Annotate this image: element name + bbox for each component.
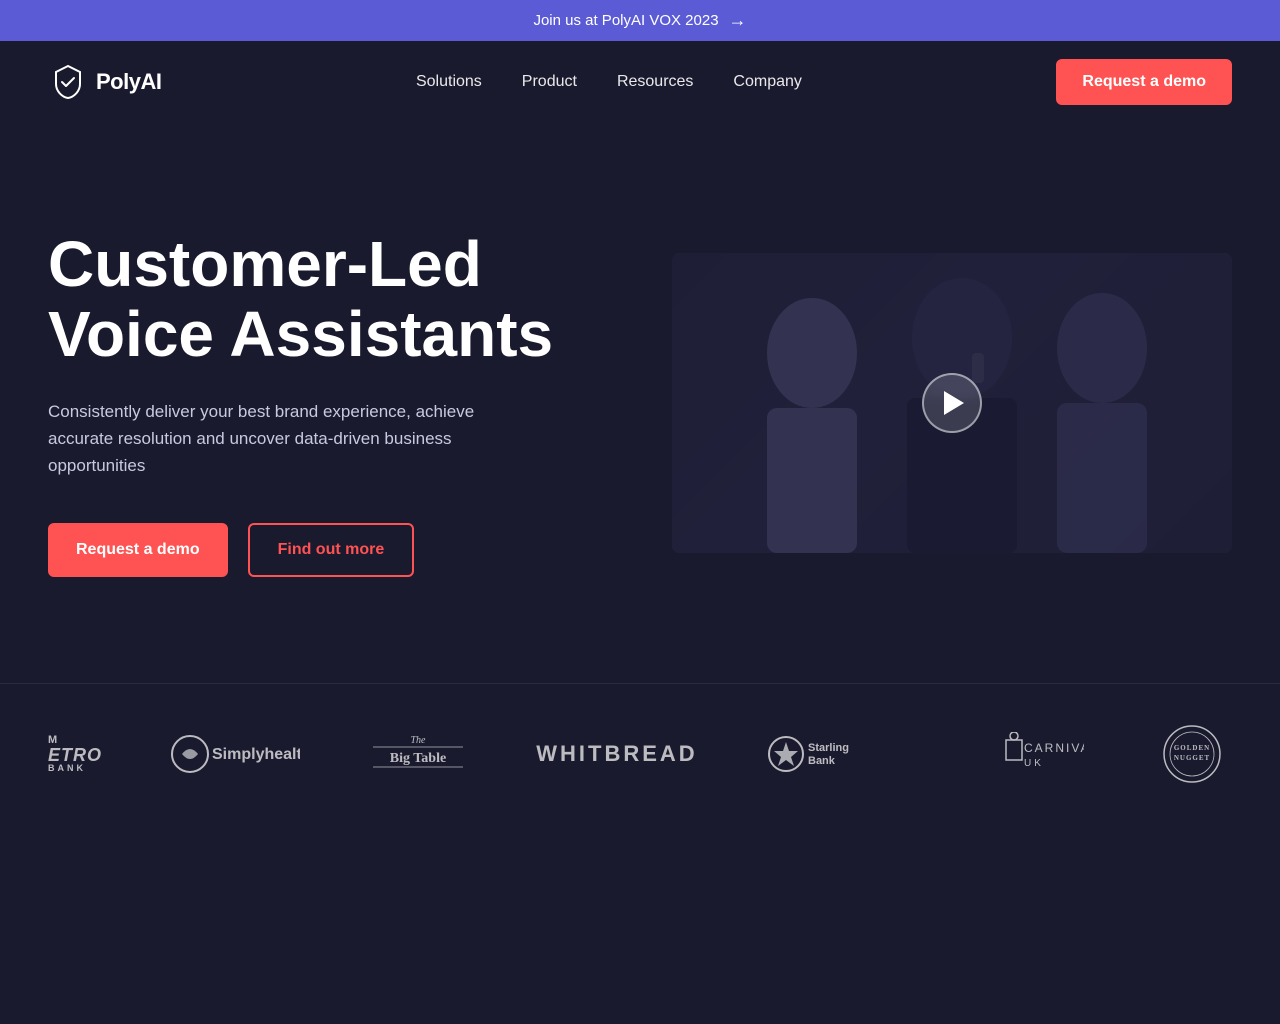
nav-item-company[interactable]: Company — [733, 73, 801, 91]
main-nav: PolyAI Solutions Product Resources Compa… — [0, 41, 1280, 123]
svg-text:Simplyhealth: Simplyhealth — [212, 746, 300, 763]
logo-starling-bank: Starling Bank — [766, 734, 896, 774]
logo[interactable]: PolyAI — [48, 62, 161, 102]
svg-text:CARNIVAL: CARNIVAL — [1024, 741, 1084, 755]
logo-whitbread: WHITBREAD — [536, 741, 697, 767]
announcement-banner[interactable]: Join us at PolyAI VOX 2023 → — [0, 0, 1280, 41]
logo-carnival-uk: CARNIVAL UK — [964, 732, 1084, 776]
video-play-overlay — [672, 253, 1232, 553]
banner-arrow-icon: → — [729, 10, 747, 31]
nav-item-solutions[interactable]: Solutions — [416, 73, 482, 91]
starling-bank-svg: Starling Bank — [766, 734, 896, 774]
hero-subtitle: Consistently deliver your best brand exp… — [48, 398, 488, 480]
logo-text: PolyAI — [96, 69, 161, 95]
nav-link-product[interactable]: Product — [522, 73, 577, 90]
hero-title: Customer-Led Voice Assistants — [48, 229, 568, 370]
carnival-uk-svg: CARNIVAL UK — [964, 732, 1084, 776]
svg-text:Big Table: Big Table — [390, 751, 446, 766]
logo-golden-nugget: GOLDEN NUGGET — [1152, 724, 1232, 784]
play-icon — [944, 391, 964, 415]
svg-text:GOLDEN: GOLDEN — [1174, 744, 1210, 752]
simplyhealth-svg: Simplyhealth — [170, 734, 300, 774]
logo-icon — [48, 62, 88, 102]
nav-links: Solutions Product Resources Company — [416, 73, 802, 91]
nav-link-resources[interactable]: Resources — [617, 73, 693, 90]
nav-request-demo-button[interactable]: Request a demo — [1056, 59, 1232, 105]
video-container[interactable] — [672, 253, 1232, 553]
hero-request-demo-button[interactable]: Request a demo — [48, 523, 228, 577]
svg-text:NUGGET: NUGGET — [1174, 754, 1210, 762]
svg-text:UK: UK — [1024, 758, 1044, 769]
svg-text:Bank: Bank — [808, 755, 836, 767]
svg-text:Starling: Starling — [808, 742, 849, 754]
big-table-svg: The Big Table — [368, 729, 468, 779]
hero-content: Customer-Led Voice Assistants Consistent… — [48, 229, 568, 577]
hero-video-area — [672, 253, 1232, 553]
hero-buttons: Request a demo Find out more — [48, 523, 568, 577]
banner-text: Join us at PolyAI VOX 2023 — [533, 12, 718, 29]
nav-item-product[interactable]: Product — [522, 73, 577, 91]
hero-section: Customer-Led Voice Assistants Consistent… — [0, 123, 1280, 683]
nav-link-company[interactable]: Company — [733, 73, 801, 90]
golden-nugget-svg: GOLDEN NUGGET — [1152, 724, 1232, 784]
logo-simplyhealth: Simplyhealth — [170, 734, 300, 774]
play-button[interactable] — [922, 373, 982, 433]
logo-metro-bank: M ETRO BANK — [48, 735, 102, 773]
nav-item-resources[interactable]: Resources — [617, 73, 693, 91]
svg-text:The: The — [411, 735, 427, 746]
hero-find-out-more-button[interactable]: Find out more — [248, 523, 415, 577]
nav-link-solutions[interactable]: Solutions — [416, 73, 482, 90]
partner-logos-section: M ETRO BANK Simplyhealth The Big Table W… — [0, 683, 1280, 824]
logo-big-table: The Big Table — [368, 729, 468, 779]
